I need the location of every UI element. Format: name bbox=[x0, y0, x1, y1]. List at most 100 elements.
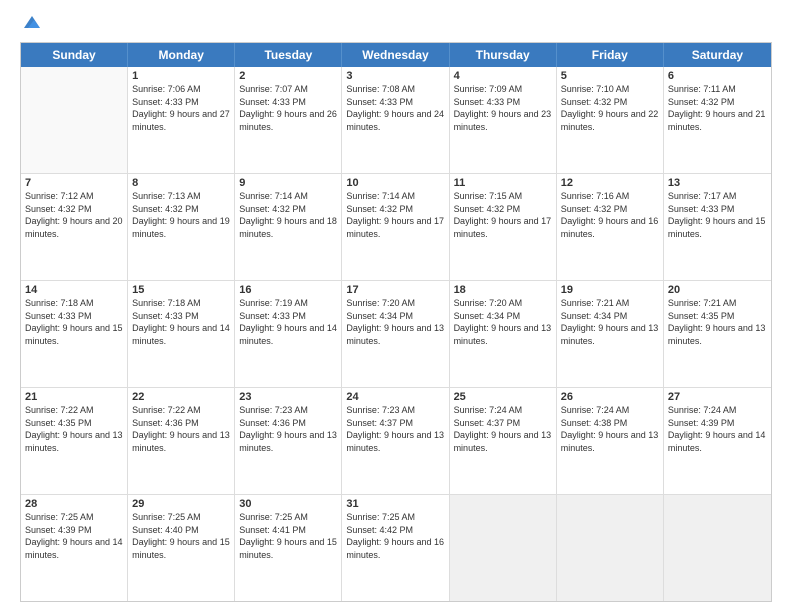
sunset-text: Sunset: 4:42 PM bbox=[346, 524, 444, 537]
sunrise-text: Sunrise: 7:07 AM bbox=[239, 83, 337, 96]
sunrise-text: Sunrise: 7:25 AM bbox=[25, 511, 123, 524]
logo bbox=[20, 16, 42, 32]
sunset-text: Sunset: 4:38 PM bbox=[561, 417, 659, 430]
sunset-text: Sunset: 4:34 PM bbox=[561, 310, 659, 323]
day-number: 19 bbox=[561, 284, 659, 296]
sunrise-text: Sunrise: 7:19 AM bbox=[239, 297, 337, 310]
sunrise-text: Sunrise: 7:10 AM bbox=[561, 83, 659, 96]
calendar-cell: 24Sunrise: 7:23 AMSunset: 4:37 PMDayligh… bbox=[342, 388, 449, 494]
day-number: 6 bbox=[668, 70, 767, 82]
day-number: 24 bbox=[346, 391, 444, 403]
calendar-cell: 1Sunrise: 7:06 AMSunset: 4:33 PMDaylight… bbox=[128, 67, 235, 173]
calendar-cell: 7Sunrise: 7:12 AMSunset: 4:32 PMDaylight… bbox=[21, 174, 128, 280]
calendar-body: 1Sunrise: 7:06 AMSunset: 4:33 PMDaylight… bbox=[21, 67, 771, 601]
sunset-text: Sunset: 4:33 PM bbox=[25, 310, 123, 323]
calendar-cell: 11Sunrise: 7:15 AMSunset: 4:32 PMDayligh… bbox=[450, 174, 557, 280]
day-number: 9 bbox=[239, 177, 337, 189]
day-header-monday: Monday bbox=[128, 43, 235, 67]
sunset-text: Sunset: 4:39 PM bbox=[668, 417, 767, 430]
daylight-text: Daylight: 9 hours and 19 minutes. bbox=[132, 215, 230, 240]
sunrise-text: Sunrise: 7:14 AM bbox=[239, 190, 337, 203]
daylight-text: Daylight: 9 hours and 13 minutes. bbox=[561, 322, 659, 347]
sunset-text: Sunset: 4:33 PM bbox=[454, 96, 552, 109]
day-number: 8 bbox=[132, 177, 230, 189]
day-number: 26 bbox=[561, 391, 659, 403]
daylight-text: Daylight: 9 hours and 13 minutes. bbox=[132, 429, 230, 454]
calendar-cell: 22Sunrise: 7:22 AMSunset: 4:36 PMDayligh… bbox=[128, 388, 235, 494]
sunset-text: Sunset: 4:33 PM bbox=[239, 310, 337, 323]
sunset-text: Sunset: 4:39 PM bbox=[25, 524, 123, 537]
daylight-text: Daylight: 9 hours and 13 minutes. bbox=[346, 429, 444, 454]
sunrise-text: Sunrise: 7:17 AM bbox=[668, 190, 767, 203]
sunset-text: Sunset: 4:34 PM bbox=[454, 310, 552, 323]
sunset-text: Sunset: 4:33 PM bbox=[132, 310, 230, 323]
sunset-text: Sunset: 4:32 PM bbox=[25, 203, 123, 216]
day-number: 1 bbox=[132, 70, 230, 82]
sunrise-text: Sunrise: 7:18 AM bbox=[132, 297, 230, 310]
calendar-cell: 23Sunrise: 7:23 AMSunset: 4:36 PMDayligh… bbox=[235, 388, 342, 494]
sunrise-text: Sunrise: 7:24 AM bbox=[561, 404, 659, 417]
calendar-cell: 16Sunrise: 7:19 AMSunset: 4:33 PMDayligh… bbox=[235, 281, 342, 387]
calendar-week-4: 28Sunrise: 7:25 AMSunset: 4:39 PMDayligh… bbox=[21, 495, 771, 601]
daylight-text: Daylight: 9 hours and 13 minutes. bbox=[239, 429, 337, 454]
daylight-text: Daylight: 9 hours and 15 minutes. bbox=[239, 536, 337, 561]
calendar-cell: 9Sunrise: 7:14 AMSunset: 4:32 PMDaylight… bbox=[235, 174, 342, 280]
sunset-text: Sunset: 4:40 PM bbox=[132, 524, 230, 537]
calendar-cell: 19Sunrise: 7:21 AMSunset: 4:34 PMDayligh… bbox=[557, 281, 664, 387]
day-number: 4 bbox=[454, 70, 552, 82]
day-header-tuesday: Tuesday bbox=[235, 43, 342, 67]
calendar-cell: 6Sunrise: 7:11 AMSunset: 4:32 PMDaylight… bbox=[664, 67, 771, 173]
sunrise-text: Sunrise: 7:09 AM bbox=[454, 83, 552, 96]
calendar-cell: 8Sunrise: 7:13 AMSunset: 4:32 PMDaylight… bbox=[128, 174, 235, 280]
calendar-cell: 14Sunrise: 7:18 AMSunset: 4:33 PMDayligh… bbox=[21, 281, 128, 387]
calendar-header: SundayMondayTuesdayWednesdayThursdayFrid… bbox=[21, 43, 771, 67]
sunset-text: Sunset: 4:32 PM bbox=[561, 96, 659, 109]
sunrise-text: Sunrise: 7:21 AM bbox=[668, 297, 767, 310]
sunset-text: Sunset: 4:32 PM bbox=[346, 203, 444, 216]
sunrise-text: Sunrise: 7:14 AM bbox=[346, 190, 444, 203]
calendar-cell: 30Sunrise: 7:25 AMSunset: 4:41 PMDayligh… bbox=[235, 495, 342, 601]
sunrise-text: Sunrise: 7:12 AM bbox=[25, 190, 123, 203]
sunrise-text: Sunrise: 7:24 AM bbox=[668, 404, 767, 417]
calendar-cell: 5Sunrise: 7:10 AMSunset: 4:32 PMDaylight… bbox=[557, 67, 664, 173]
daylight-text: Daylight: 9 hours and 13 minutes. bbox=[454, 429, 552, 454]
daylight-text: Daylight: 9 hours and 17 minutes. bbox=[346, 215, 444, 240]
sunrise-text: Sunrise: 7:11 AM bbox=[668, 83, 767, 96]
sunset-text: Sunset: 4:32 PM bbox=[668, 96, 767, 109]
calendar-cell: 15Sunrise: 7:18 AMSunset: 4:33 PMDayligh… bbox=[128, 281, 235, 387]
sunrise-text: Sunrise: 7:15 AM bbox=[454, 190, 552, 203]
calendar-cell: 21Sunrise: 7:22 AMSunset: 4:35 PMDayligh… bbox=[21, 388, 128, 494]
day-number: 13 bbox=[668, 177, 767, 189]
day-number: 10 bbox=[346, 177, 444, 189]
day-header-thursday: Thursday bbox=[450, 43, 557, 67]
calendar-cell: 26Sunrise: 7:24 AMSunset: 4:38 PMDayligh… bbox=[557, 388, 664, 494]
sunset-text: Sunset: 4:36 PM bbox=[132, 417, 230, 430]
sunset-text: Sunset: 4:35 PM bbox=[25, 417, 123, 430]
sunset-text: Sunset: 4:35 PM bbox=[668, 310, 767, 323]
daylight-text: Daylight: 9 hours and 27 minutes. bbox=[132, 108, 230, 133]
day-number: 22 bbox=[132, 391, 230, 403]
calendar-cell bbox=[557, 495, 664, 601]
sunset-text: Sunset: 4:33 PM bbox=[239, 96, 337, 109]
calendar-week-1: 7Sunrise: 7:12 AMSunset: 4:32 PMDaylight… bbox=[21, 174, 771, 281]
day-number: 30 bbox=[239, 498, 337, 510]
day-number: 31 bbox=[346, 498, 444, 510]
calendar: SundayMondayTuesdayWednesdayThursdayFrid… bbox=[20, 42, 772, 602]
sunrise-text: Sunrise: 7:23 AM bbox=[346, 404, 444, 417]
daylight-text: Daylight: 9 hours and 24 minutes. bbox=[346, 108, 444, 133]
calendar-cell: 27Sunrise: 7:24 AMSunset: 4:39 PMDayligh… bbox=[664, 388, 771, 494]
day-header-saturday: Saturday bbox=[664, 43, 771, 67]
sunrise-text: Sunrise: 7:20 AM bbox=[454, 297, 552, 310]
sunset-text: Sunset: 4:34 PM bbox=[346, 310, 444, 323]
daylight-text: Daylight: 9 hours and 15 minutes. bbox=[668, 215, 767, 240]
sunset-text: Sunset: 4:37 PM bbox=[454, 417, 552, 430]
sunrise-text: Sunrise: 7:16 AM bbox=[561, 190, 659, 203]
calendar-cell: 17Sunrise: 7:20 AMSunset: 4:34 PMDayligh… bbox=[342, 281, 449, 387]
day-number: 11 bbox=[454, 177, 552, 189]
day-number: 27 bbox=[668, 391, 767, 403]
sunset-text: Sunset: 4:36 PM bbox=[239, 417, 337, 430]
sunrise-text: Sunrise: 7:22 AM bbox=[25, 404, 123, 417]
sunset-text: Sunset: 4:33 PM bbox=[132, 96, 230, 109]
daylight-text: Daylight: 9 hours and 17 minutes. bbox=[454, 215, 552, 240]
calendar-cell: 18Sunrise: 7:20 AMSunset: 4:34 PMDayligh… bbox=[450, 281, 557, 387]
